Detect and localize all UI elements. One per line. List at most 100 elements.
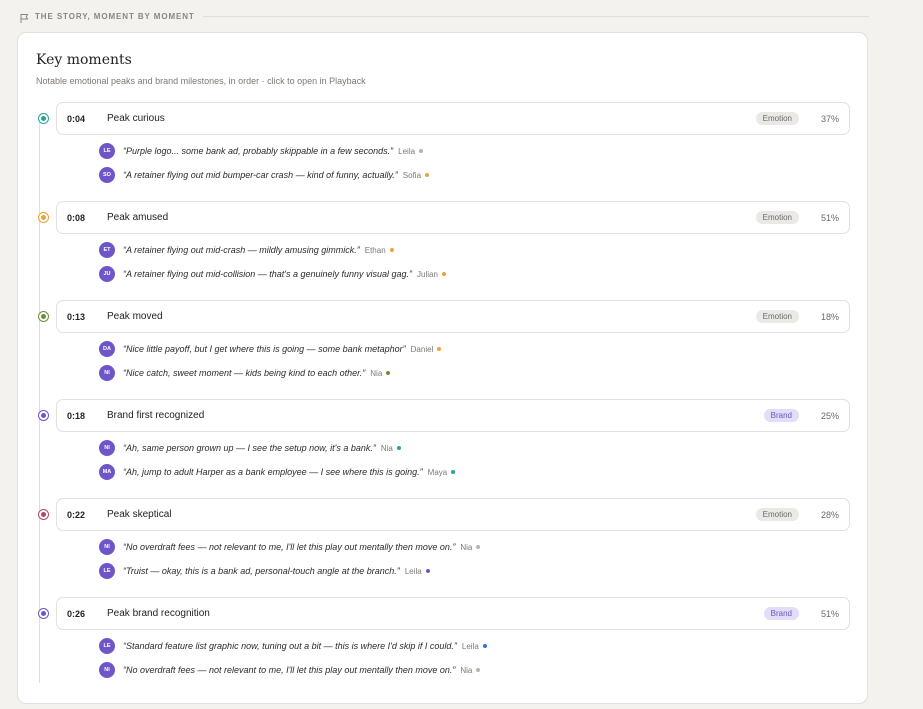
quote-author: Leila — [461, 641, 479, 651]
quote-author: Leila — [404, 566, 422, 576]
avatar: NI — [99, 662, 115, 678]
section-header: THE STORY, MOMENT BY MOMENT — [19, 9, 869, 23]
timeline-dot-icon — [38, 113, 49, 124]
moment-item: 0:13 Peak moved Emotion 18% DA “Nice little p… — [18, 300, 869, 395]
moment-time: 0:08 — [67, 213, 86, 223]
quote-author: Ethan — [364, 245, 386, 255]
moment-tag-badge: Emotion — [755, 508, 799, 521]
quote-author: Maya — [427, 467, 448, 477]
timeline-dot-icon — [38, 311, 49, 322]
quote-text: “Nice little payoff, but I get where thi… — [123, 344, 406, 354]
moment-percent: 25% — [820, 411, 839, 421]
sentiment-dot-icon — [425, 173, 430, 177]
avatar: NI — [99, 365, 115, 381]
moment-time: 0:22 — [67, 510, 86, 520]
quote-item: LE “Truist — okay, this is a bank ad, per… — [99, 562, 430, 580]
moment-row[interactable]: 0:18 Brand first recognized Brand 25% — [56, 399, 850, 432]
avatar: SO — [99, 167, 115, 183]
timeline-dot-icon — [38, 212, 49, 223]
quote-item: LE “Standard feature list graphic now, tu… — [99, 637, 487, 655]
moment-percent: 28% — [820, 510, 839, 520]
moment-label: Peak moved — [107, 311, 163, 322]
quote-author: Nia — [460, 542, 473, 552]
avatar: NI — [99, 539, 115, 555]
moment-label: Peak skeptical — [107, 509, 172, 520]
quote-text: “A retainer flying out mid-collision — t… — [123, 269, 413, 279]
quote-item: ET “A retainer flying out mid-crash — mil… — [99, 241, 394, 259]
moment-row[interactable]: 0:04 Peak curious Emotion 37% — [56, 102, 850, 135]
quote-item: SO “A retainer flying out mid bumper-car … — [99, 166, 430, 184]
moment-percent: 51% — [820, 609, 839, 619]
moment-time: 0:13 — [67, 312, 86, 322]
moment-time: 0:18 — [67, 411, 86, 421]
sentiment-dot-icon — [437, 347, 442, 351]
sentiment-dot-icon — [451, 470, 456, 474]
quote-item: NI “Ah, same person grown up — I see the … — [99, 439, 401, 457]
divider — [202, 15, 869, 17]
moment-item: 0:04 Peak curious Emotion 37% LE “Purple logo… — [18, 102, 869, 197]
timeline-dot-icon — [38, 509, 49, 520]
avatar: LE — [99, 638, 115, 654]
quote-text: “Standard feature list graphic now, tuni… — [123, 641, 457, 651]
quote-text: “Purple logo... some bank ad, probably s… — [123, 146, 394, 156]
moment-item: 0:22 Peak skeptical Emotion 28% NI “No overdr… — [18, 498, 869, 593]
quote-text: “A retainer flying out mid-crash — mildl… — [123, 245, 360, 255]
quote-text: “Ah, same person grown up — I see the se… — [123, 443, 376, 453]
quote-text: “A retainer flying out mid bumper-car cr… — [123, 170, 398, 180]
avatar: LE — [99, 143, 115, 159]
quote-item: NI “No overdraft fees — not relevant to m… — [99, 661, 481, 679]
moment-time: 0:26 — [67, 609, 86, 619]
timeline-dot-icon — [38, 410, 49, 421]
quote-author: Daniel — [410, 344, 434, 354]
section-title: THE STORY, MOMENT BY MOMENT — [35, 11, 195, 21]
quote-item: NI “No overdraft fees — not relevant to m… — [99, 538, 481, 556]
quote-item: NI “Nice catch, sweet moment — kids being… — [99, 364, 391, 382]
sentiment-dot-icon — [476, 668, 481, 672]
moment-row[interactable]: 0:22 Peak skeptical Emotion 28% — [56, 498, 850, 531]
quote-text: “Ah, jump to adult Harper as a bank empl… — [123, 467, 423, 477]
moment-label: Peak brand recognition — [107, 608, 210, 619]
moment-item: 0:26 Peak brand recognition Brand 51% LE “Sta… — [18, 597, 869, 692]
moment-percent: 18% — [820, 312, 839, 322]
avatar: JU — [99, 266, 115, 282]
quote-author: Nia — [370, 368, 383, 378]
moment-tag-badge: Emotion — [755, 211, 799, 224]
moment-label: Peak amused — [107, 212, 169, 223]
moment-row[interactable]: 0:08 Peak amused Emotion 51% — [56, 201, 850, 234]
quote-text: “Truist — okay, this is a bank ad, perso… — [123, 566, 400, 576]
moment-percent: 37% — [820, 114, 839, 124]
avatar: NI — [99, 440, 115, 456]
quote-author: Sofia — [402, 170, 422, 180]
avatar: DA — [99, 341, 115, 357]
quote-text: “No overdraft fees — not relevant to me,… — [123, 542, 456, 552]
card-subtitle: Notable emotional peaks and brand milest… — [36, 76, 366, 86]
avatar: MA — [99, 464, 115, 480]
moment-tag-badge: Emotion — [755, 310, 799, 323]
quote-author: Julian — [417, 269, 438, 279]
moment-tag-badge: Brand — [763, 409, 799, 422]
moment-row[interactable]: 0:26 Peak brand recognition Brand 51% — [56, 597, 850, 630]
sentiment-dot-icon — [441, 272, 446, 276]
moment-time: 0:04 — [67, 114, 86, 124]
quote-author: Leila — [398, 146, 416, 156]
moment-item: 0:18 Brand first recognized Brand 25% NI “Ah,… — [18, 399, 869, 494]
sentiment-dot-icon — [476, 545, 481, 549]
avatar: LE — [99, 563, 115, 579]
quote-author: Nia — [460, 665, 473, 675]
flag-icon — [19, 11, 30, 23]
quote-item: DA “Nice little payoff, but I get where t… — [99, 340, 442, 358]
quote-text: “No overdraft fees — not relevant to me,… — [123, 665, 456, 675]
sentiment-dot-icon — [389, 248, 394, 252]
moment-item: 0:08 Peak amused Emotion 51% ET “A retainer f… — [18, 201, 869, 296]
moment-label: Brand first recognized — [107, 410, 205, 421]
quote-item: LE “Purple logo... some bank ad, probably… — [99, 142, 424, 160]
quote-author: Nia — [380, 443, 393, 453]
moment-tag-badge: Brand — [763, 607, 799, 620]
sentiment-dot-icon — [482, 644, 487, 648]
moment-percent: 51% — [820, 213, 839, 223]
moment-row[interactable]: 0:13 Peak moved Emotion 18% — [56, 300, 850, 333]
avatar: ET — [99, 242, 115, 258]
moment-tag-badge: Emotion — [755, 112, 799, 125]
key-moments-card: Key moments Notable emotional peaks and … — [17, 32, 868, 704]
sentiment-dot-icon — [425, 569, 430, 573]
